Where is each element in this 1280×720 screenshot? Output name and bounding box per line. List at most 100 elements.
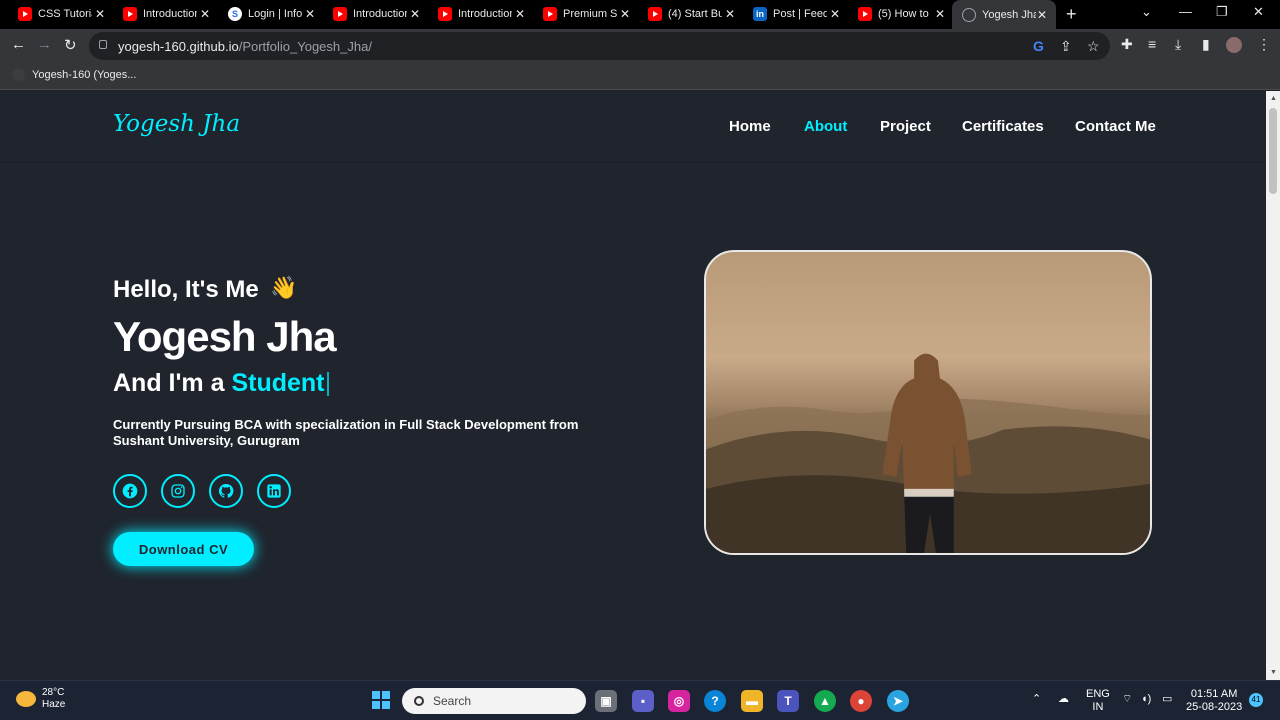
close-icon[interactable]: ✕: [724, 7, 736, 21]
browser-tab-active[interactable]: Yogesh Jha ✕: [952, 0, 1056, 29]
instagram-icon: [171, 484, 185, 498]
browser-tab-bar: CSS Tutorial✕ Introduction✕ SLogin | Inf…: [0, 0, 1280, 29]
hero-role: And I'm a Student: [113, 369, 329, 398]
file-explorer-icon[interactable]: ▬: [741, 690, 763, 712]
hero-bio: Currently Pursuing BCA with specializati…: [113, 417, 579, 448]
maximize-button[interactable]: ❐: [1216, 4, 1228, 20]
scroll-up-icon[interactable]: ▲: [1270, 95, 1277, 102]
download-icon[interactable]: ⤓: [1175, 36, 1181, 53]
close-window-button[interactable]: ✕: [1253, 4, 1264, 20]
new-tab-button[interactable]: +: [1066, 4, 1077, 25]
back-icon[interactable]: ←: [11, 36, 26, 53]
linkedin-link[interactable]: [257, 474, 291, 508]
wifi-icon[interactable]: ⌔: [1122, 693, 1132, 706]
close-icon[interactable]: ✕: [619, 7, 631, 21]
page-scrollbar[interactable]: ▲ ▼: [1266, 91, 1280, 680]
browser-tab[interactable]: Introduction ✕: [438, 3, 526, 25]
site-header: Yogesh Jha Home About Project Certificat…: [0, 91, 1266, 163]
onedrive-icon[interactable]: ☁: [1058, 693, 1069, 706]
github-icon: [12, 68, 25, 81]
mongodb-icon[interactable]: ▲: [814, 690, 836, 712]
scroll-down-icon[interactable]: ▼: [1270, 669, 1277, 676]
youtube-icon: [18, 7, 32, 21]
clock[interactable]: 01:51 AM 25-08-2023: [1186, 688, 1242, 714]
close-icon[interactable]: ✕: [1036, 8, 1048, 22]
search-icon: [414, 696, 424, 706]
hero-photo: [704, 250, 1152, 555]
download-cv-button[interactable]: Download CV: [113, 532, 254, 566]
nav-project[interactable]: Project: [880, 118, 931, 135]
help-icon[interactable]: ?: [704, 690, 726, 712]
reload-icon[interactable]: ↻: [64, 36, 77, 54]
address-bar[interactable]: yogesh-160.github.io/Portfolio_Yogesh_Jh…: [89, 32, 1110, 60]
teams-chat-icon[interactable]: ▪: [632, 690, 654, 712]
youtube-icon: [648, 7, 662, 21]
scroll-thumb[interactable]: [1269, 108, 1277, 194]
browser-tab[interactable]: Introduction ✕: [333, 3, 421, 25]
browser-tab[interactable]: CSS Tutorial✕: [18, 3, 106, 25]
google-icon[interactable]: G: [1033, 38, 1044, 54]
url-text[interactable]: yogesh-160.github.io/Portfolio_Yogesh_Jh…: [118, 39, 372, 54]
nav-contact[interactable]: Contact Me: [1075, 118, 1156, 135]
browser-tab[interactable]: Premium Sp✕: [543, 3, 631, 25]
linkedin-icon: in: [753, 7, 767, 21]
instagram-link[interactable]: [161, 474, 195, 508]
instagram-app-icon[interactable]: ◎: [668, 690, 690, 712]
youtube-icon: [438, 7, 452, 21]
volume-icon[interactable]: ◖): [1141, 693, 1151, 706]
close-icon[interactable]: ✕: [934, 7, 946, 21]
side-panel-icon[interactable]: ▮: [1202, 36, 1210, 53]
close-icon[interactable]: ✕: [409, 7, 421, 21]
tray-chevron-icon[interactable]: ⌃: [1032, 693, 1041, 706]
teams-icon[interactable]: T: [777, 690, 799, 712]
lock-icon: [99, 40, 107, 49]
browser-tab[interactable]: (5) How to ✕: [858, 3, 946, 25]
battery-icon[interactable]: ▭: [1162, 693, 1172, 706]
weather-widget[interactable]: 28°C Haze: [16, 687, 65, 711]
media-icon[interactable]: ≡: [1148, 36, 1156, 52]
task-view-icon[interactable]: ▣: [595, 690, 617, 712]
close-icon[interactable]: ✕: [829, 7, 841, 21]
linkedin-icon: [267, 484, 281, 498]
nav-home[interactable]: Home: [729, 118, 771, 135]
os-taskbar: 28°C Haze Search ▣ ▪ ◎ ? ▬ T ▲ ● ➤ ⌃ ☁ EN…: [0, 680, 1280, 720]
site-icon: S: [228, 7, 242, 21]
browser-tab[interactable]: S Login | Info ✕: [228, 3, 316, 25]
youtube-icon: [858, 7, 872, 21]
close-icon[interactable]: ✕: [199, 7, 211, 21]
close-icon[interactable]: ✕: [514, 7, 526, 21]
bookmark-star-icon[interactable]: ☆: [1087, 38, 1100, 55]
nav-certificates[interactable]: Certificates: [962, 118, 1044, 135]
hero-name: Yogesh Jha: [113, 313, 337, 360]
tab-search-icon[interactable]: ⌄: [1141, 4, 1152, 20]
windows-start-icon[interactable]: [372, 691, 390, 709]
browser-tab[interactable]: Introduction ✕: [123, 3, 211, 25]
menu-icon[interactable]: ⋮: [1257, 36, 1271, 53]
bookmark-item[interactable]: Yogesh-160 (Yoges...: [12, 68, 136, 81]
site-logo[interactable]: Yogesh Jha: [113, 111, 240, 137]
taskbar-search[interactable]: Search: [402, 688, 586, 714]
minimize-button[interactable]: —: [1179, 4, 1192, 19]
browser-toolbar: ← → ↻ yogesh-160.github.io/Portfolio_Yog…: [0, 29, 1280, 62]
github-link[interactable]: [209, 474, 243, 508]
nav-about[interactable]: About: [804, 118, 847, 135]
language-indicator[interactable]: ENG IN: [1086, 688, 1110, 714]
greeting: Hello, It's Me: [113, 276, 259, 303]
forward-icon[interactable]: →: [37, 36, 52, 53]
youtube-icon: [123, 7, 137, 21]
profile-avatar[interactable]: [1226, 37, 1242, 53]
close-icon[interactable]: ✕: [94, 7, 106, 21]
role-highlight: Student: [231, 369, 325, 397]
browser-tab[interactable]: in Post | Feed ✕: [753, 3, 841, 25]
facebook-icon: [122, 483, 138, 499]
facebook-link[interactable]: [113, 474, 147, 508]
portfolio-page: Yogesh Jha Home About Project Certificat…: [0, 91, 1266, 680]
close-icon[interactable]: ✕: [304, 7, 316, 21]
github-icon: [218, 483, 234, 498]
notification-badge[interactable]: 41: [1249, 693, 1263, 707]
browser-tab[interactable]: (4) Start Bu ✕: [648, 3, 736, 25]
telegram-icon[interactable]: ➤: [887, 690, 909, 712]
extensions-icon[interactable]: ✚: [1121, 36, 1133, 53]
chrome-icon[interactable]: ●: [850, 690, 872, 712]
share-icon[interactable]: ⇪: [1060, 38, 1072, 55]
